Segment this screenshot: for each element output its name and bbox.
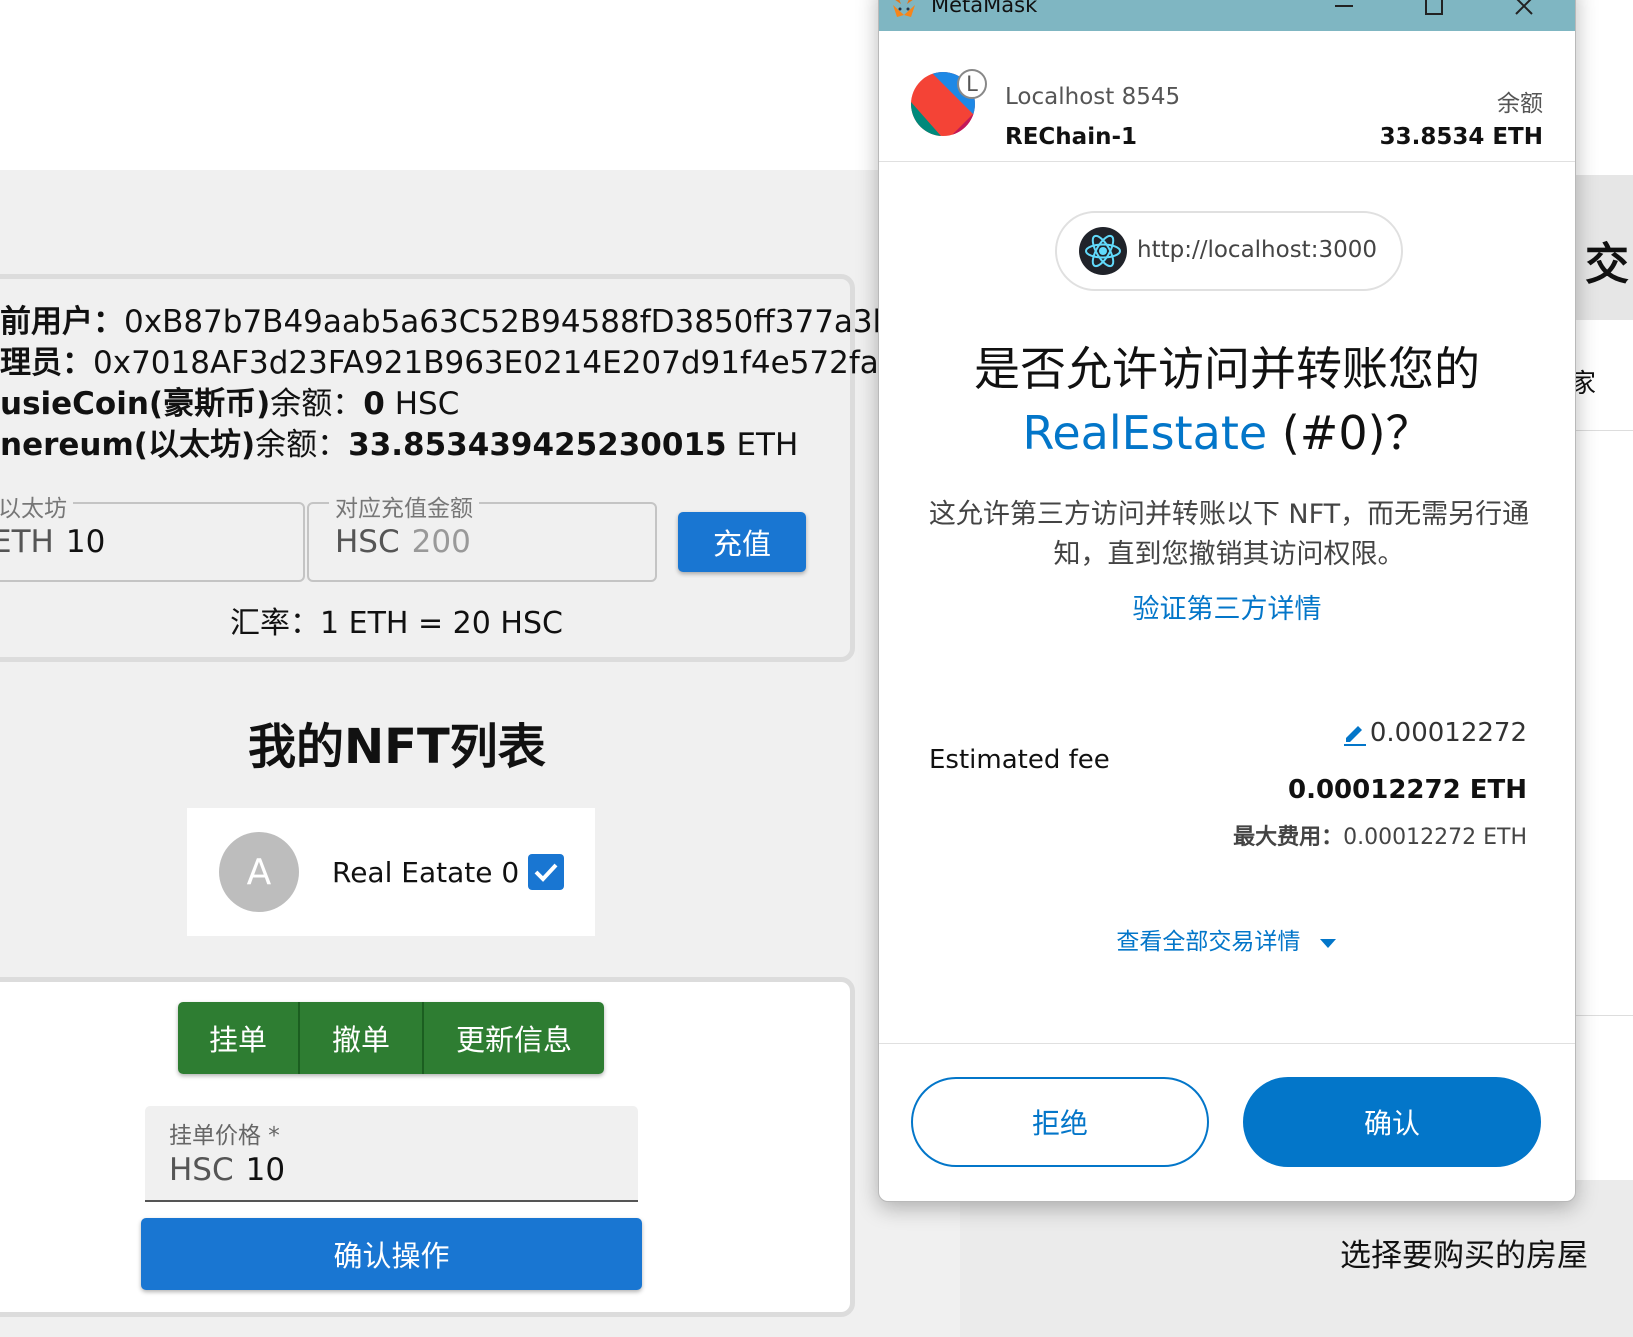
eth-amount-label: 以太坊	[0, 489, 73, 523]
nft-list-item[interactable]: A Real Eatate 0	[187, 808, 595, 936]
edit-fee-icon[interactable]	[1342, 720, 1368, 746]
listing-price-field[interactable]: 挂单价格 * HSC 10	[145, 1106, 638, 1202]
hsc-balance-unit: HSC	[394, 386, 460, 422]
eth-prefix: ETH	[0, 524, 54, 560]
approval-description: 这允许第三方访问并转账以下 NFT，而无需另行通知，直到您撤销其访问权限。	[928, 499, 1530, 570]
balance-value: 33.8534 ETH	[1379, 124, 1543, 150]
hsc-prefix: HSC	[335, 524, 400, 560]
max-fee-label: 最大费用：	[1233, 825, 1344, 850]
eth-balance-unit: ETH	[736, 427, 799, 463]
nft-list-title: 我的NFT列表	[248, 719, 546, 775]
hsc-amount-input-value: 200	[411, 524, 471, 560]
eth-amount-field[interactable]: 以太坊 ETH 10	[0, 489, 305, 582]
eth-amount-value[interactable]: ETH 10	[0, 524, 105, 560]
nft-checkbox[interactable]	[528, 854, 564, 890]
current-user-line: 前用户：0xB87b7B49aab5a63C52B94588fD3850ff37…	[0, 296, 929, 341]
approval-heading-line1: 是否允许访问并转账您的	[974, 342, 1480, 396]
eth-balance-line: nereum(以太坊)余额：33.853439425230015 ETH	[0, 419, 798, 464]
estimated-fee-value: 0.00012272	[1369, 718, 1527, 748]
listing-price-value[interactable]: HSC 10	[169, 1152, 285, 1188]
react-logo-icon	[1079, 227, 1127, 275]
balance-label: 余额	[1497, 91, 1543, 117]
account-badge: L	[957, 69, 987, 99]
site-origin-pill: http://localhost:3000	[1055, 211, 1403, 291]
divider	[1575, 1015, 1633, 1016]
admin-address: 0x7018AF3d23FA921B963E0214E207d91f4e572f…	[93, 345, 903, 381]
delist-button[interactable]: 撤单	[300, 1002, 424, 1074]
max-fee: 最大费用：0.00012272 ETH	[1233, 819, 1527, 851]
check-icon	[534, 863, 558, 882]
hsc-balance-suffix: 余额：	[270, 386, 364, 422]
chevron-down-icon	[1319, 938, 1336, 948]
account-name: REChain-1	[1005, 124, 1138, 150]
hsc-balance-label: usieCoin(豪斯币)	[0, 386, 271, 422]
admin-line: 理员：0x7018AF3d23FA921B963E0214E207d91f4e5…	[0, 337, 903, 382]
view-all-details-link[interactable]: 查看全部交易详情	[879, 922, 1575, 956]
confirm-operation-button[interactable]: 确认操作	[141, 1218, 642, 1290]
close-icon[interactable]	[1501, 0, 1547, 21]
hsc-amount-value[interactable]: HSC 200	[335, 524, 471, 560]
network-account-header: L Localhost 8545 REChain-1 余额 33.8534 ET…	[879, 32, 1575, 162]
update-info-button[interactable]: 更新信息	[424, 1002, 604, 1074]
token-id: (#0)？	[1281, 406, 1432, 460]
admin-label: 理员：	[0, 345, 93, 381]
recharge-button[interactable]: 充值	[678, 512, 806, 572]
eth-amount-input-value: 10	[65, 524, 106, 560]
footer-divider	[879, 1043, 1575, 1044]
confirm-button[interactable]: 确认	[1243, 1077, 1541, 1167]
max-fee-value: 0.00012272 ETH	[1343, 825, 1527, 850]
view-all-details-label: 查看全部交易详情	[1116, 929, 1301, 955]
right-header-text: 交	[1585, 239, 1629, 290]
listing-price-label: 挂单价格 *	[169, 1123, 280, 1149]
eth-balance-amount: 33.853439425230015	[348, 427, 727, 463]
hsc-amount-label: 对应充值金额	[329, 489, 479, 523]
divider	[1575, 430, 1633, 431]
exchange-rate: 汇率：1 ETH = 20 HSC	[230, 606, 563, 641]
metamask-fox-icon	[893, 0, 915, 17]
minimize-icon[interactable]	[1321, 0, 1367, 21]
reject-button[interactable]: 拒绝	[911, 1077, 1209, 1167]
current-user-label: 前用户：	[0, 304, 124, 340]
avatar: A	[219, 832, 299, 912]
eth-balance-label: nereum(以太坊)	[0, 427, 256, 463]
nft-name: Real Eatate 0	[332, 856, 520, 889]
hsc-balance-line: usieCoin(豪斯币)余额：0 HSC	[0, 378, 459, 423]
token-name: RealEstate	[1022, 406, 1268, 460]
estimated-fee-eth: 0.00012272 ETH	[1287, 775, 1527, 805]
action-button-group: 挂单 撤单 更新信息	[178, 1002, 604, 1074]
metamask-window: MetaMask L Localhost 8545 REChain-1 余额 3…	[878, 0, 1576, 1202]
eth-balance-suffix: 余额：	[255, 427, 349, 463]
window-title: MetaMask	[931, 0, 1038, 17]
estimated-fee-label: Estimated fee	[929, 745, 1110, 775]
approval-heading-line2: RealEstate (#0)？	[879, 397, 1575, 463]
network-name: Localhost 8545	[1005, 84, 1181, 110]
listing-price-input-value: 10	[245, 1152, 286, 1188]
hsc-balance-amount: 0	[363, 386, 385, 422]
hsc-amount-field[interactable]: 对应充值金额 HSC 200	[307, 489, 657, 582]
price-prefix: HSC	[169, 1152, 234, 1188]
verify-third-party-link[interactable]: 验证第三方详情	[879, 587, 1575, 626]
list-button[interactable]: 挂单	[178, 1002, 300, 1074]
select-house-text: 选择要购买的房屋	[1340, 1238, 1588, 1274]
window-titlebar[interactable]: MetaMask	[879, 0, 1575, 31]
current-user-address: 0xB87b7B49aab5a63C52B94588fD3850ff377a3b…	[124, 304, 930, 340]
site-origin-url: http://localhost:3000	[1137, 237, 1377, 263]
maximize-icon[interactable]	[1411, 0, 1457, 21]
